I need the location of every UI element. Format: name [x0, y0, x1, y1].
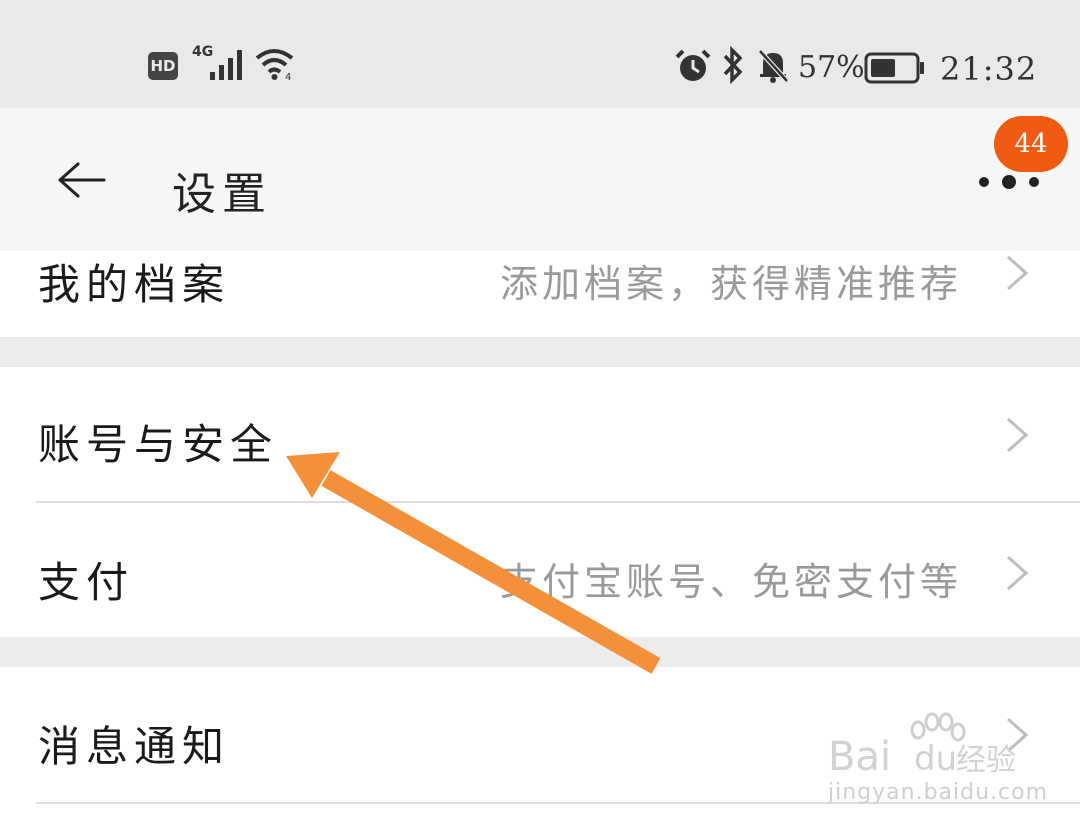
back-arrow-icon[interactable] [56, 160, 108, 200]
settings-item-hint: 添加档案，获得精准推荐 [499, 262, 962, 306]
settings-item-account-security[interactable]: 账号与安全 [0, 367, 1080, 502]
status-bar: HD 4G 4 57% 21:32 [0, 0, 1080, 108]
settings-item-label: 账号与安全 [38, 420, 279, 469]
mute-icon [758, 49, 789, 83]
chevron-right-icon [1007, 417, 1029, 453]
bluetooth-icon [723, 46, 743, 84]
title-bar: 设置 44 [0, 108, 1080, 251]
section-account: 账号与安全 支付 支付宝账号、免密支付等 [0, 367, 1080, 637]
chevron-right-icon [1007, 555, 1029, 591]
settings-item-payment[interactable]: 支付 支付宝账号、免密支付等 [0, 503, 1080, 637]
battery-percent: 57% [798, 50, 865, 85]
page-title: 设置 [172, 169, 272, 220]
signal-icon [210, 50, 242, 80]
battery-icon [864, 52, 924, 84]
settings-item-label: 支付 [38, 558, 135, 607]
chevron-right-icon [1007, 717, 1029, 753]
hd-icon: HD [148, 52, 178, 80]
chevron-right-icon [1007, 255, 1029, 291]
settings-item-profile[interactable]: 我的档案 添加档案，获得精准推荐 [0, 251, 1080, 337]
watermark-url: jingyan.baidu.com [828, 780, 1049, 805]
settings-item-label: 消息通知 [38, 722, 231, 771]
svg-text:4: 4 [285, 72, 291, 82]
wifi-icon: 4 [255, 49, 294, 82]
notification-badge[interactable]: 44 [994, 116, 1068, 172]
settings-item-hint: 支付宝账号、免密支付等 [499, 560, 962, 604]
settings-item-label: 我的档案 [38, 260, 231, 309]
section-profile: 我的档案 添加档案，获得精准推荐 [0, 251, 1080, 337]
clock: 21:32 [940, 50, 1038, 88]
alarm-icon [675, 49, 711, 81]
more-dots-icon[interactable] [978, 172, 1040, 192]
